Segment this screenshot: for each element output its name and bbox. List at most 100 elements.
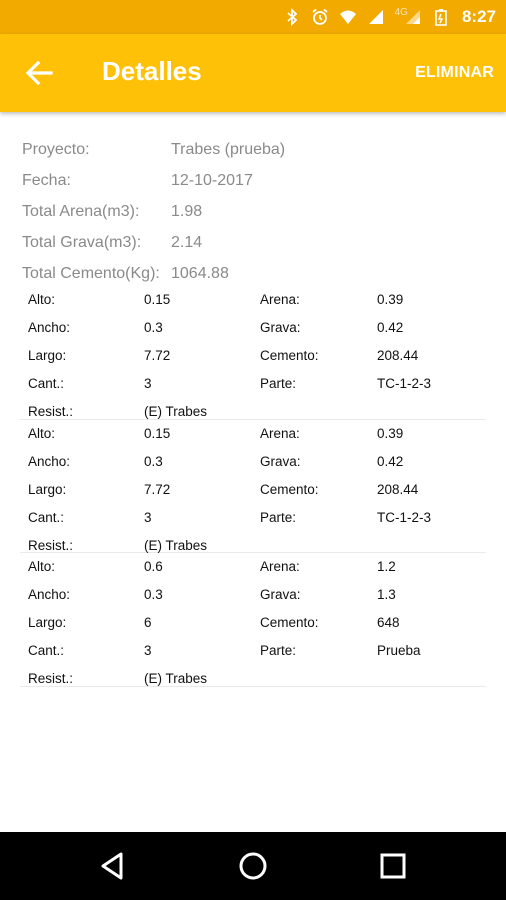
list-item[interactable]: Alto: 0.15 Arena: 0.39 Ancho: 0.3 Grava:… [20,420,486,553]
field-value: 208.44 [377,348,419,363]
field-label: Largo: [28,348,67,363]
record-row: Alto: 0.15 Arena: 0.39 [20,292,486,312]
field-value: 6 [144,615,152,630]
status-bar: 4G 8:27 [0,0,506,34]
field-value: 0.15 [144,425,171,441]
field-label: Grava: [260,320,301,335]
field-label: Arena: [260,425,300,441]
record-row: Largo: 7.72 Cemento: 208.44 [20,482,486,502]
field-value: 0.3 [144,587,163,602]
wifi-icon [339,10,356,24]
summary-row-total-sand: Total Arena(m3): 1.98 [22,196,285,227]
status-time: 8:27 [461,7,496,26]
record-row: Ancho: 0.3 Grava: 1.3 [20,587,486,607]
field-value: 0.15 [144,292,171,307]
field-value: 3 [144,509,152,525]
field-label: Cemento: [260,481,319,497]
field-value: (E) Trabes [144,537,208,553]
delete-button[interactable]: ELIMINAR [415,64,494,82]
field-value: 7.72 [144,348,171,363]
summary-value: 1064.88 [171,264,229,282]
summary-label: Total Cemento(Kg): [22,264,160,282]
record-row: Resist.: (E) Trabes [20,671,486,691]
summary-label: Total Arena(m3): [22,202,140,220]
record-row: Alto: 0.6 Arena: 1.2 [20,559,486,579]
field-label: Resist.: [28,671,74,686]
summary-value: 2.14 [171,233,203,251]
network-type: 4G [394,6,408,18]
field-label: Alto: [28,425,56,441]
record-row: Cant.: 3 Parte: TC-1-2-3 [20,510,486,530]
summary-value: Trabes (prueba) [171,140,286,158]
record-row: Largo: 6 Cemento: 648 [20,615,486,635]
summary-value: 1.98 [171,202,203,220]
field-value: 0.42 [377,320,404,335]
field-label: Ancho: [28,453,71,469]
field-label: Cant.: [28,376,65,391]
record-row: Ancho: 0.3 Grava: 0.42 [20,320,486,340]
field-label: Arena: [260,559,300,574]
field-label: Parte: [260,376,297,391]
field-value: 0.3 [144,453,163,469]
field-value: 208.44 [377,481,419,497]
field-label: Parte: [260,509,297,525]
field-value: 0.42 [377,453,404,469]
system-nav-bar [0,832,506,900]
summary-label: Total Grava(m3): [22,233,142,251]
field-label: Cant.: [28,509,65,525]
field-label: Ancho: [28,587,71,602]
record-row: Alto: 0.15 Arena: 0.39 [20,426,486,446]
summary-label: Proyecto: [22,140,90,158]
recents-square-icon[interactable] [376,849,410,883]
field-value: 3 [144,643,152,658]
field-label: Resist.: [28,537,74,553]
status-icons: 4G 8:27 [283,0,496,34]
summary-label: Fecha: [22,171,71,189]
field-label: Cemento: [260,615,319,630]
bluetooth-icon [287,8,297,26]
field-value: (E) Trabes [144,671,208,686]
record-row: Ancho: 0.3 Grava: 0.42 [20,454,486,474]
list-item[interactable]: Alto: 0.15 Arena: 0.39 Ancho: 0.3 Grava:… [20,286,486,420]
field-value: 7.72 [144,481,171,497]
field-value: 0.39 [377,425,404,441]
field-value: 0.3 [144,320,163,335]
field-value: 1.2 [377,559,396,574]
field-label: Alto: [28,292,56,307]
field-value: (E) Trabes [144,404,208,419]
app-bar: Detalles ELIMINAR [0,34,506,112]
field-label: Largo: [28,481,67,497]
field-value: TC-1-2-3 [377,509,432,525]
field-value: 3 [144,376,152,391]
field-value: TC-1-2-3 [377,376,432,391]
field-value: 0.39 [377,292,404,307]
summary-section: Proyecto: Trabes (prueba) Fecha: 12-10-2… [22,134,285,289]
record-row: Largo: 7.72 Cemento: 208.44 [20,348,486,368]
field-label: Grava: [260,453,301,469]
home-circle-icon[interactable] [236,849,270,883]
summary-row-date: Fecha: 12-10-2017 [22,165,285,196]
battery-charging-icon [435,9,447,26]
field-label: Parte: [260,643,297,658]
summary-row-total-gravel: Total Grava(m3): 2.14 [22,227,285,258]
field-label: Grava: [260,587,301,602]
record-row: Cant.: 3 Parte: Prueba [20,643,486,663]
back-arrow-icon[interactable] [24,59,54,87]
field-label: Cemento: [260,348,319,363]
back-triangle-icon[interactable] [96,849,130,883]
field-value: Prueba [377,643,421,658]
field-label: Alto: [28,559,56,574]
page-title: Detalles [102,56,202,86]
field-value: 1.3 [377,587,396,602]
summary-value: 12-10-2017 [171,171,253,189]
field-value: 0.6 [144,559,163,574]
field-label: Arena: [260,292,300,307]
summary-row-total-cement: Total Cemento(Kg): 1064.88 [22,258,285,289]
field-value: 648 [377,615,400,630]
cell-signal-icon [368,10,383,24]
field-label: Cant.: [28,643,65,658]
record-row: Cant.: 3 Parte: TC-1-2-3 [20,376,486,396]
list-item[interactable]: Alto: 0.6 Arena: 1.2 Ancho: 0.3 Grava: 1… [20,553,486,687]
summary-row-project: Proyecto: Trabes (prueba) [22,134,285,165]
records-list: Alto: 0.15 Arena: 0.39 Ancho: 0.3 Grava:… [20,286,486,687]
